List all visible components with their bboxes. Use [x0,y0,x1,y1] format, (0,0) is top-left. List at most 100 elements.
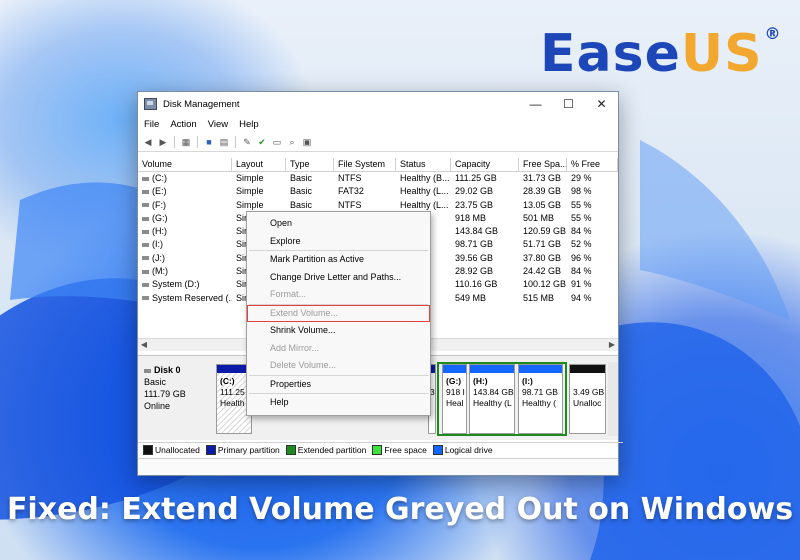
table-row[interactable]: (E:) Simple Basic FAT32 Healthy (L... 29.02 G… [138,185,618,198]
cell-capacity: 111.25 GB [455,173,497,183]
cell-volume: (M:) [138,265,232,278]
cell-volume: (F:) [138,199,232,212]
scroll-right-icon[interactable]: ▶ [606,339,618,351]
cell-status: Healthy (B... [400,173,450,183]
unallocated-space[interactable]: 3.49 GB Unalloc [569,364,606,434]
folder-icon[interactable]: ▭ [271,136,283,148]
cell-volume: (E:) [138,185,232,198]
menu-help-item[interactable]: Help [247,394,430,412]
maximize-button[interactable]: ☐ [552,92,585,116]
drive-icon [142,229,149,234]
cell-percent-free: 98 % [571,186,592,197]
table-row[interactable]: (C:) Simple Basic NTFS Healthy (B... 111.25 G… [138,172,618,185]
legend-free-space: Free space [372,445,427,456]
menu-shrink-volume[interactable]: Shrink Volume... [247,322,430,340]
disk-view-scrollbar[interactable] [608,362,618,436]
col-type[interactable]: Type [286,158,334,171]
toolbar-separator [235,136,236,148]
legend-primary-partition: Primary partition [205,445,280,456]
drive-icon [142,176,149,181]
cell-volume: (C:) [138,172,232,185]
help-book-icon[interactable]: ■ [203,136,215,148]
cell-type: Basic [290,186,313,197]
cell-volume: (H:) [138,225,232,238]
menu-action[interactable]: Action [170,119,196,130]
disk-icon [144,368,151,373]
title-bar: Disk Management — ☐ ✕ [138,92,618,116]
toolbar: ◀ ▶ ▦ ■ ▤ ✎ ✔ ▭ ⌕ ▣ [138,133,618,152]
cell-capacity: 143.84 GB [455,226,499,237]
legend: Unallocated Primary partition Extended p… [138,442,623,457]
check-icon[interactable]: ✔ [256,136,268,148]
minimize-button[interactable]: — [519,92,552,116]
partition-g[interactable]: (G:) 918 I Heal [442,364,467,434]
cell-type: Basic [290,199,313,210]
disk-list-icon[interactable]: ▤ [218,136,230,148]
col-layout[interactable]: Layout [232,158,286,171]
partition-i[interactable]: (I:) 98.71 GB Healthy ( [518,364,563,434]
cell-layout: Simple [236,173,264,183]
cell-percent-free: 55 % [571,199,592,210]
legend-extended-partition: Extended partition [285,445,366,456]
col-volume[interactable]: Volume [138,158,232,171]
cell-capacity: 23.75 GB [455,199,494,210]
drive-icon [142,256,149,261]
search-icon[interactable]: ⌕ [286,136,298,148]
menu-file[interactable]: File [144,119,159,130]
cell-volume: (J:) [138,252,232,265]
col-status[interactable]: Status [396,158,451,171]
table-row[interactable]: (F:) Simple Basic NTFS Healthy (L... 23.75 GB… [138,199,618,212]
menu-delete-volume: Delete Volume... [270,360,337,370]
cell-capacity: 918 MB [455,212,487,223]
col-file-system[interactable]: File System [334,158,396,171]
menu-view[interactable]: View [208,119,228,130]
cell-free-space: 24.42 GB [523,266,562,277]
disk-0-label[interactable]: Disk 0 Basic 111.79 GB Online [144,364,186,412]
cell-percent-free: 91 % [571,279,592,290]
menu-format: Format... [270,289,307,299]
properties-icon[interactable]: ▣ [301,136,313,148]
cell-free-space: 515 MB [523,292,555,303]
cell-percent-free: 84 % [571,266,592,277]
cell-layout: Simple [236,199,264,210]
connect-icon[interactable]: ✎ [241,136,253,148]
toolbar-separator [174,136,175,148]
menu-change-drive-letter[interactable]: Change Drive Letter and Paths... [247,269,430,287]
volume-table-header: Volume Layout Type File System Status Ca… [138,158,618,172]
cell-type: Basic [290,173,313,183]
volume-context-menu: Open Explore Mark Partition as Active Ch… [246,211,431,416]
menu-explore[interactable]: Explore [247,233,430,251]
cell-capacity: 39.56 GB [455,252,494,263]
cell-volume: System (D:) [138,278,232,291]
col-capacity[interactable]: Capacity [451,158,519,171]
cell-percent-free: 94 % [571,292,592,303]
cell-volume: (G:) [138,212,232,225]
menu-mark-active[interactable]: Mark Partition as Active [247,251,430,269]
menu-properties[interactable]: Properties [247,376,430,394]
partition-h[interactable]: (H:) 143.84 GB Healthy (L [469,364,515,434]
close-button[interactable]: ✕ [585,92,618,116]
cell-percent-free: 55 % [571,212,592,223]
console-tree-icon[interactable]: ▦ [180,136,192,148]
drive-icon [142,216,149,221]
cell-free-space: 120.59 GB [523,226,567,237]
cell-volume: System Reserved (... [138,292,232,305]
scroll-left-icon[interactable]: ◀ [138,339,150,351]
menu-extend-volume: Extend Volume... [247,304,430,322]
menu-open[interactable]: Open [247,215,430,233]
status-bar [138,458,618,475]
toolbar-separator [197,136,198,148]
drive-icon [142,203,149,208]
cell-capacity: 549 MB [455,292,487,303]
drive-icon [142,296,149,301]
cell-status: Healthy (L... [400,186,449,197]
back-arrow-icon[interactable]: ◀ [142,136,154,148]
legend-unallocated: Unallocated [143,445,200,456]
col-percent-free[interactable]: % Free [567,158,618,171]
forward-arrow-icon[interactable]: ▶ [157,136,169,148]
cell-free-space: 31.73 GB [523,173,562,183]
cell-percent-free: 96 % [571,252,592,263]
col-free-space[interactable]: Free Spa... [519,158,567,171]
menu-help[interactable]: Help [239,119,259,130]
cell-capacity: 98.71 GB [455,239,494,250]
